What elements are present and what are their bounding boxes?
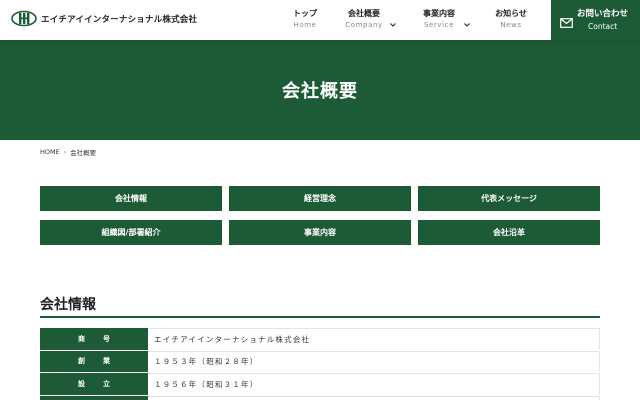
breadcrumb-home-link[interactable]: HOME	[40, 148, 60, 156]
nav-label: お知らせ	[495, 9, 527, 18]
chevron-down-icon	[463, 14, 471, 27]
nav-sublabel: Company	[345, 21, 383, 29]
page-hero: 会社概要	[0, 40, 640, 140]
subnav-history-button[interactable]: 会社沿革	[418, 220, 600, 245]
table-row: 創業 １９５３年（昭和２８年）	[40, 350, 600, 373]
subnav-company-info-button[interactable]: 会社情報	[40, 186, 222, 211]
table-cell	[148, 395, 600, 400]
breadcrumb-current: 会社概要	[70, 149, 97, 157]
section-divider	[40, 316, 600, 318]
subnav-organization-button[interactable]: 組織図/部署紹介	[40, 220, 222, 245]
table-header-cell: 商号	[40, 328, 148, 350]
nav-label: トップ	[293, 9, 317, 18]
company-info-table: 商号 エイチアイインターナショナル株式会社 創業 １９５３年（昭和２８年） 設立…	[40, 328, 600, 400]
nav-item-company[interactable]: 会社概要 Company	[341, 8, 387, 29]
chevron-down-icon	[389, 14, 397, 27]
table-header-cell: 設立	[40, 373, 148, 395]
page-title: 会社概要	[282, 81, 358, 102]
nav-item-service[interactable]: 事業内容 Service	[418, 8, 460, 29]
nav-sublabel: Home	[293, 21, 317, 29]
logo-text: エイチアイインターナショナル株式会社	[41, 14, 198, 25]
nav-sublabel: News	[500, 21, 522, 29]
table-cell: エイチアイインターナショナル株式会社	[148, 328, 600, 350]
contact-label: お問い合わせ	[577, 9, 629, 19]
nav-label: 会社概要	[348, 9, 380, 18]
subnav-philosophy-button[interactable]: 経営理念	[229, 186, 411, 211]
table-cell: １９５６年（昭和３１年）	[148, 373, 600, 395]
nav-sublabel: Service	[423, 21, 455, 29]
site-header: エイチアイインターナショナル株式会社 トップ Home 会社概要 Company…	[0, 0, 640, 40]
contact-sublabel: Contact	[588, 22, 618, 31]
table-row: 商号 エイチアイインターナショナル株式会社	[40, 328, 600, 351]
table-cell: １９５３年（昭和２８年）	[148, 350, 600, 372]
nav-label: 事業内容	[423, 9, 455, 18]
mail-icon	[560, 13, 573, 28]
contact-button[interactable]: お問い合わせ Contact	[551, 0, 640, 40]
chevron-right-icon: ›	[63, 148, 67, 156]
nav-item-home[interactable]: トップ Home	[289, 8, 321, 29]
logo[interactable]: エイチアイインターナショナル株式会社	[11, 10, 197, 27]
nav-item-news[interactable]: お知らせ News	[490, 8, 532, 29]
section-title: 会社情報	[40, 297, 96, 313]
table-header-cell	[40, 395, 148, 400]
logo-mark-icon	[11, 10, 37, 27]
breadcrumb: HOME › 会社概要	[40, 147, 96, 157]
table-header-cell: 創業	[40, 350, 148, 372]
subnav-business-button[interactable]: 事業内容	[229, 220, 411, 245]
subnav-message-button[interactable]: 代表メッセージ	[418, 186, 600, 211]
table-row: 設立 １９５６年（昭和３１年）	[40, 373, 600, 396]
table-row	[40, 395, 600, 400]
